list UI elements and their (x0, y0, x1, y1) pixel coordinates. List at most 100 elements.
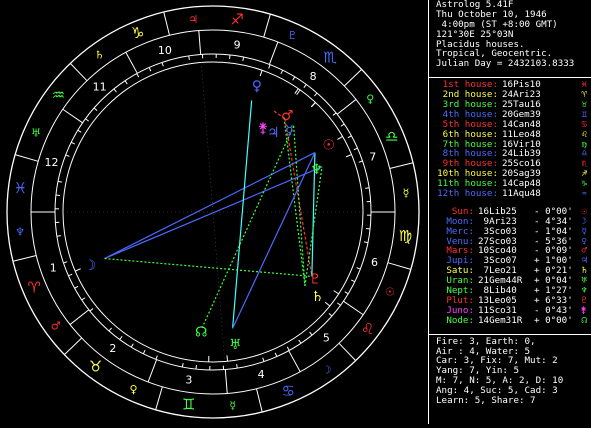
degree-tick (293, 77, 295, 80)
aspect-line (105, 153, 315, 259)
ruler-icon: ☿ (229, 399, 236, 412)
degree-tick (269, 65, 270, 69)
planet-position-tick (75, 269, 81, 271)
ruler-icon: ♀ (366, 92, 374, 105)
degree-tick (156, 356, 157, 360)
degree-tick (304, 84, 306, 87)
sign-boundary (156, 387, 163, 410)
house-number: 12 (45, 156, 59, 169)
mercury-icon: ☿ (285, 123, 294, 139)
planet-icon: ☊ (581, 316, 587, 326)
planet-position-tick (325, 302, 330, 306)
house-number: 10 (158, 44, 172, 57)
chart-info-panel: Astrolog 5.41FThu October 10, 1946 4:00p… (428, 0, 591, 424)
moon-icon: ☽ (84, 258, 97, 274)
ruler-icon: ♅ (31, 127, 41, 140)
planet-position-tick (334, 291, 339, 294)
ruler-icon: ☉ (385, 285, 395, 298)
juno-icon: ⚵ (258, 121, 268, 137)
house-number: 1 (50, 261, 57, 274)
degree-tick (365, 188, 369, 189)
degree-tick (314, 93, 317, 96)
sign-boundary (257, 389, 263, 412)
ruler-icon: ♃ (188, 13, 198, 26)
planet-position-tick (227, 355, 228, 361)
planet-position-tick (337, 136, 342, 139)
jupiter-icon: ♃ (267, 125, 280, 141)
neptune-icon: ♆ (310, 162, 323, 178)
degree-tick (162, 62, 163, 66)
degree-tick (131, 344, 133, 347)
degree-tick (137, 74, 139, 78)
scorpio-icon: ♏ (323, 48, 337, 66)
house-number: 9 (234, 39, 241, 52)
house-number: 6 (371, 256, 378, 269)
house-cusp-line (126, 52, 137, 73)
degree-tick (125, 81, 127, 84)
natal-chart-wheel: ♈♂♉♀♊☿♋☽♌☉♍☿♎♀♏♇♐♃♑♄♒♅♓♆123456789101112☉… (0, 0, 428, 424)
taurus-icon: ♉ (89, 358, 102, 376)
house-cusp-line (148, 360, 157, 382)
sign-icon: ♒ (581, 189, 587, 199)
degree-tick (341, 124, 344, 126)
house-cusp-line (63, 109, 83, 123)
degree-tick (71, 142, 75, 144)
element-summary: Fire: 3, Earth: 0,Air : 4, Water: 5Car: … (429, 337, 591, 406)
chart-header: Astrolog 5.41FThu October 10, 1946 4:00p… (429, 0, 591, 69)
degree-tick (329, 313, 332, 316)
planet-speed: + 0°00' (534, 315, 573, 326)
aquarius-icon: ♒ (52, 86, 65, 104)
degree-tick (287, 347, 289, 351)
aspect-line (305, 167, 322, 286)
chart-wheel-area: ♈♂♉♀♊☿♋☽♌☉♍☿♎♀♏♇♐♃♑♄♒♅♓♆123456789101112☉… (0, 0, 428, 424)
summary-line: Learn: 5, Share: 7 (429, 396, 591, 406)
house-cusp-line (343, 301, 363, 315)
degree-tick (189, 56, 190, 60)
degree-tick (333, 113, 336, 116)
aspect-line (105, 259, 312, 277)
ruler-icon: ☿ (403, 186, 410, 199)
ruler-icon: ♀ (130, 383, 138, 396)
degree-tick (275, 353, 277, 357)
sun-icon: ☉ (322, 137, 335, 153)
planet-row: Node: 14Gem31R+ 0°00' ☊ (429, 316, 591, 326)
house-cusp-line (225, 370, 227, 394)
ruler-icon: ♂ (51, 320, 61, 333)
house-value: 11Aqu48 (502, 188, 541, 199)
degree-tick (58, 181, 62, 182)
degree-tick (85, 119, 88, 121)
degree-tick (63, 262, 67, 263)
house-number: 7 (369, 151, 376, 164)
ruler-icon: ♇ (287, 29, 297, 42)
degree-tick (357, 268, 361, 269)
house-cusp-row: 12th house:11Aqu48♒ (429, 189, 591, 199)
header-line-text: Julian Day = 2432103.8333 (436, 58, 574, 69)
libra-icon: ♎ (385, 128, 398, 146)
house-number: 11 (93, 81, 107, 94)
uranus-icon: ♅ (229, 337, 242, 353)
degree-tick (114, 89, 117, 92)
house-number: 3 (185, 373, 192, 386)
divider (429, 69, 591, 78)
planet-position-tick (260, 70, 262, 76)
ruler-icon: ☽ (322, 363, 332, 376)
degree-tick (345, 292, 348, 294)
planet-position-tick (311, 102, 315, 106)
mars-icon: ♂ (281, 108, 294, 124)
degree-tick (75, 286, 79, 288)
house-cusp-line (199, 31, 201, 55)
degree-tick (78, 130, 81, 132)
planet-position: 14Gem31R (478, 316, 534, 326)
degree-tick (66, 155, 70, 156)
sign-boundary (344, 69, 361, 86)
sign-boundary (390, 163, 413, 169)
degree-tick (351, 280, 355, 282)
degree-tick (348, 136, 352, 138)
degree-tick (243, 57, 244, 61)
aspect-line (285, 118, 312, 276)
degree-tick (57, 236, 61, 237)
saturn-icon: ♄ (311, 289, 324, 305)
planet-label: Node: (436, 316, 474, 326)
degree-tick (354, 148, 358, 150)
degree-tick (263, 358, 264, 362)
